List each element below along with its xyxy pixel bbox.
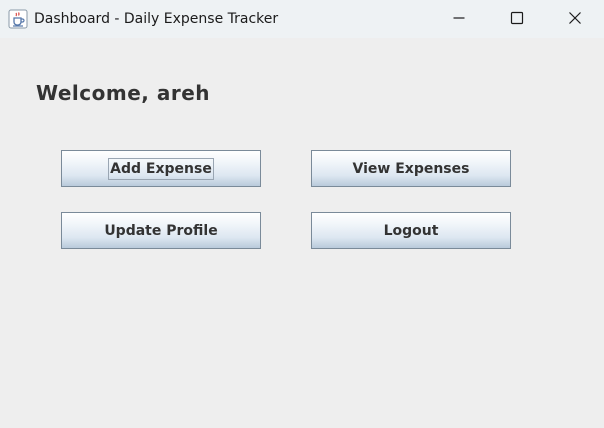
close-icon: [568, 10, 582, 29]
app-window: Dashboard - Daily Expense Tracker Welcom…: [0, 0, 604, 428]
window-title: Dashboard - Daily Expense Tracker: [34, 11, 279, 27]
close-button[interactable]: [546, 0, 604, 38]
maximize-button[interactable]: [488, 0, 546, 38]
minimize-button[interactable]: [430, 0, 488, 38]
maximize-icon: [510, 10, 524, 29]
add-expense-button[interactable]: Add Expense: [61, 150, 261, 187]
update-profile-button[interactable]: Update Profile: [61, 212, 261, 249]
add-expense-label: Add Expense: [108, 157, 214, 180]
dashboard-panel: Welcome, areh Add Expense View Expenses …: [0, 38, 604, 428]
logout-label: Logout: [383, 222, 439, 239]
welcome-heading: Welcome, areh: [36, 81, 210, 105]
java-cup-icon[interactable]: [8, 9, 28, 29]
minimize-icon: [452, 10, 466, 29]
title-bar[interactable]: Dashboard - Daily Expense Tracker: [0, 0, 604, 38]
update-profile-label: Update Profile: [104, 222, 218, 239]
view-expenses-button[interactable]: View Expenses: [311, 150, 511, 187]
logout-button[interactable]: Logout: [311, 212, 511, 249]
view-expenses-label: View Expenses: [352, 160, 470, 177]
